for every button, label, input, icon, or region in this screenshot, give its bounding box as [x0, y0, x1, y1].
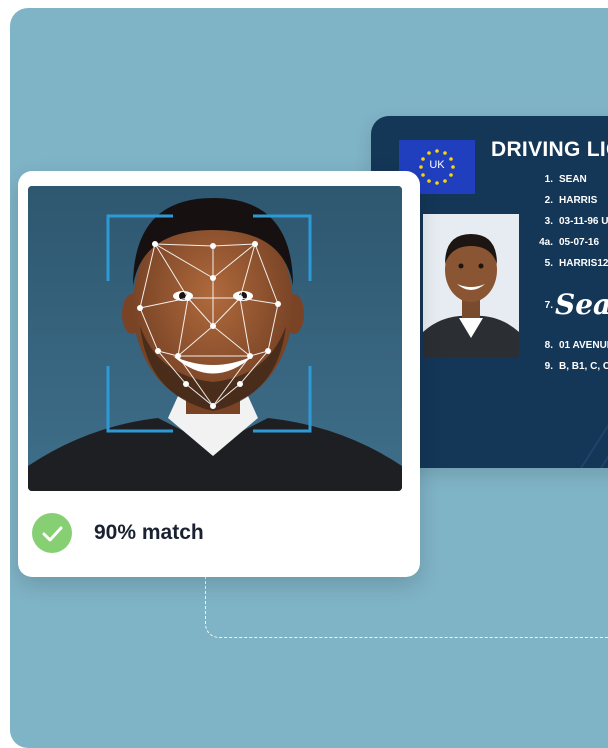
- field-number: 3.: [544, 216, 553, 227]
- field-value: SEAN: [559, 174, 587, 185]
- field-number: 8.: [544, 340, 553, 351]
- field-value: HARRIS: [559, 195, 598, 206]
- dashed-connector: [205, 573, 608, 638]
- licence-field: 5. HARRIS123456: [531, 258, 608, 269]
- face-scan-photo: [28, 186, 402, 491]
- face-match-card: 90% match: [18, 171, 420, 577]
- licence-field: 1. SEAN: [531, 174, 587, 185]
- licence-portrait: [423, 214, 519, 358]
- field-number: 7.: [544, 300, 553, 311]
- field-number: 2.: [544, 195, 553, 206]
- licence-title: DRIVING LICENCE: [491, 138, 608, 161]
- field-value: 05-07-16: [559, 237, 600, 248]
- licence-field: 8. 01 AVENUE: [531, 340, 608, 351]
- licence-field: 9. B, B1, C, C1: [531, 361, 608, 372]
- field-value: 01 AVENUE: [559, 340, 608, 351]
- field-number: 9.: [544, 361, 553, 372]
- match-percentage-label: 90% match: [94, 521, 204, 544]
- field-value: B, B1, C, C1: [559, 361, 608, 372]
- match-result: 90% match: [32, 509, 332, 553]
- background-panel: UK DRIVING LICENCE 1. SEAN 2. HARRIS 3. 03-…: [10, 8, 608, 748]
- country-code: UK: [429, 159, 445, 171]
- check-icon: [32, 513, 72, 553]
- licence-field: 4a. 05-07-16: [531, 237, 599, 248]
- licence-field: 3. 03-11-96 UNITED KINGDOM: [531, 216, 608, 227]
- field-number: 1.: [544, 174, 553, 185]
- licence-signature: Sean: [555, 288, 608, 321]
- portrait-image: [423, 214, 519, 358]
- field-value: 03-11-96 UNITED KINGDOM: [559, 216, 608, 227]
- field-value: HARRIS123456: [559, 258, 608, 269]
- field-number: 5.: [544, 258, 553, 269]
- face-scan-image: [28, 186, 402, 491]
- field-number: 4a.: [539, 237, 553, 248]
- licence-field: 2. HARRIS: [531, 195, 598, 206]
